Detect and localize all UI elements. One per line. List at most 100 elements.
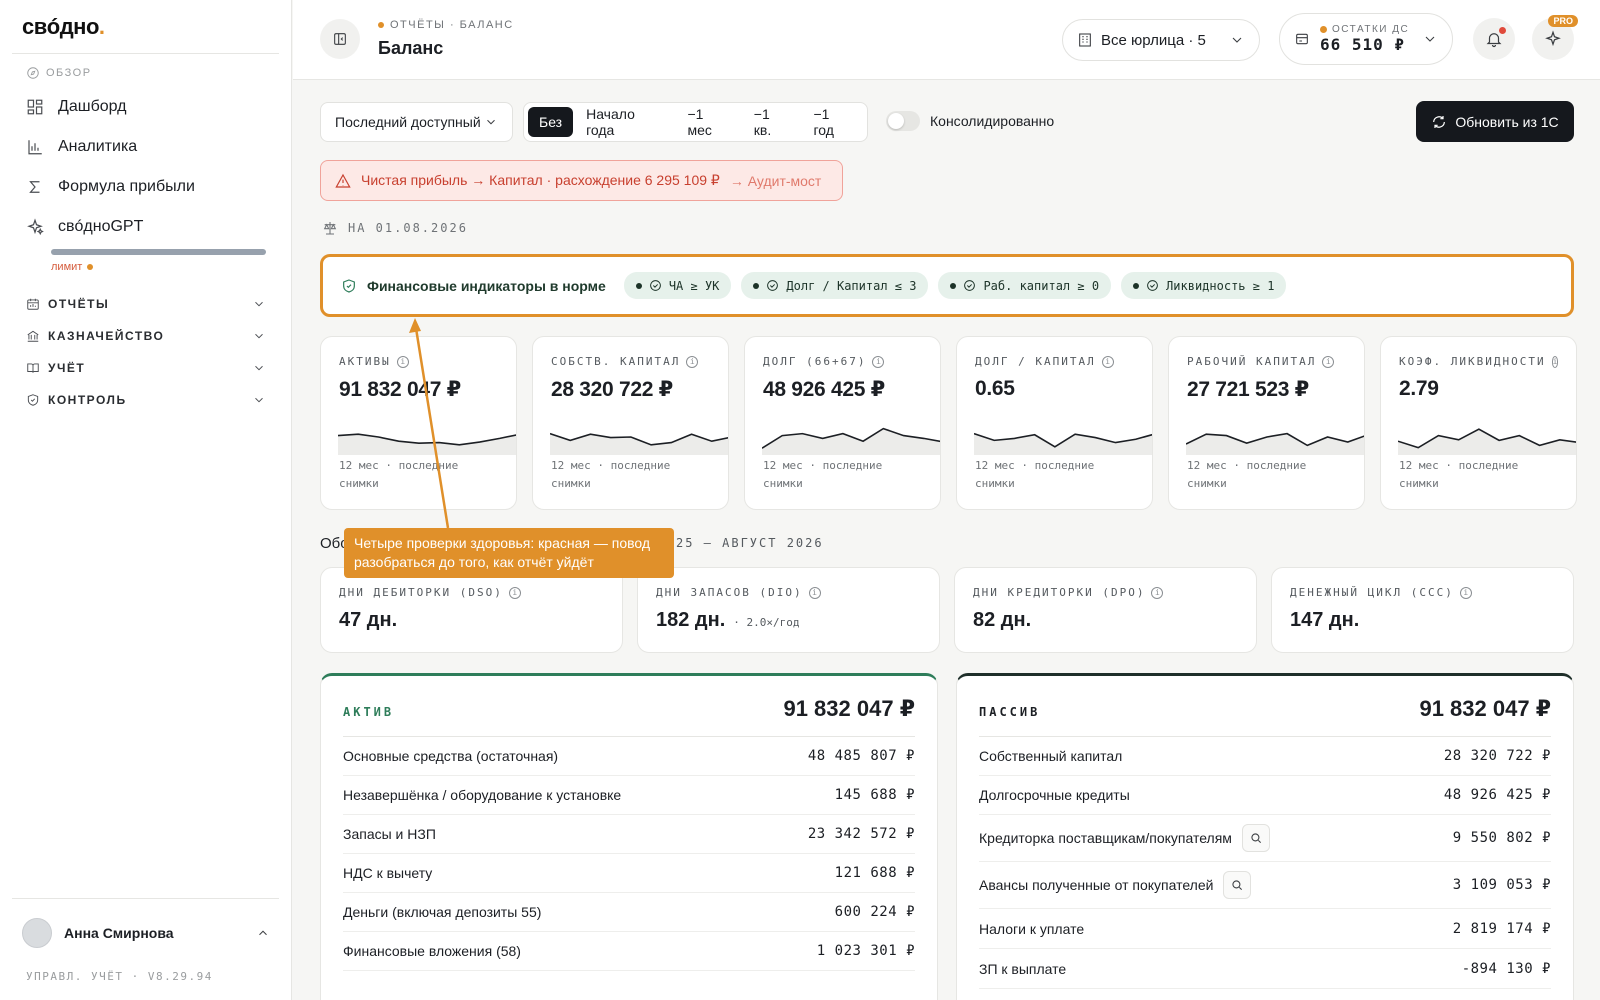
sidebar-toggle-icon	[334, 33, 346, 45]
info-icon[interactable]: i	[872, 355, 885, 368]
health-chip[interactable]: Раб. капитал ≥ 0	[938, 272, 1112, 299]
kpi-value: 27 721 523 ₽	[1187, 378, 1309, 401]
sparkle-icon	[27, 218, 44, 236]
compare-option-minus-year[interactable]: −1 год	[802, 106, 863, 138]
table-row[interactable]: НДС к вычету 121 688 ₽	[343, 854, 915, 893]
sidebar-item-analytics[interactable]: Аналитика	[26, 134, 137, 160]
period-select[interactable]: Последний доступный	[320, 102, 513, 142]
days-value: 47 дн.	[339, 609, 398, 631]
health-chip[interactable]: Ликвидность ≥ 1	[1121, 272, 1287, 299]
kpi-card-assets[interactable]: АКТИВЫ i 91 832 047 ₽ 12 мес · последние …	[320, 336, 517, 510]
check-circle-icon	[964, 280, 976, 291]
entity-select[interactable]: Все юрлица · 5	[1062, 19, 1260, 61]
days-card-ccc[interactable]: ДЕНЕЖНЫЙ ЦИКЛ (CCC) i 147 дн.	[1271, 567, 1574, 653]
sidebar-group-reports[interactable]: ОТЧЁТЫ	[26, 294, 266, 314]
compare-option-minus-month[interactable]: −1 мес	[676, 106, 740, 138]
kpi-label: КОЭФ. ЛИКВИДНОСТИ i	[1399, 355, 1559, 368]
kpi-label: СОБСТВ. КАПИТАЛ i	[551, 355, 710, 368]
assets-title: АКТИВ	[343, 705, 395, 719]
notifications-button[interactable]	[1473, 18, 1515, 60]
bank-icon	[27, 330, 39, 342]
breadcrumb: ОТЧЁТЫ · БАЛАНС	[378, 19, 514, 31]
table-row[interactable]: Кредиторка поставщикам/покупателям 9 550…	[979, 815, 1551, 862]
kpi-card-debt-to-equity[interactable]: ДОЛГ / КАПИТАЛ i 0.65 12 мес · последние …	[956, 336, 1153, 510]
table-row[interactable]: Налоги к уплате 2 819 174 ₽	[979, 909, 1551, 949]
table-row[interactable]: ЗП к выплате -894 130 ₽	[979, 949, 1551, 989]
consolidated-label: Консолидированно	[930, 113, 1055, 129]
info-icon[interactable]: i	[808, 586, 821, 599]
sparkline-area	[550, 433, 728, 455]
audit-bridge-link[interactable]: → Аудит-мост	[730, 173, 822, 189]
info-icon[interactable]: i	[508, 586, 521, 599]
table-row[interactable]: Деньги (включая депозиты 55) 600 224 ₽	[343, 893, 915, 932]
info-icon[interactable]: i	[1101, 355, 1114, 368]
bar-chart-icon	[28, 140, 42, 155]
kpi-sparkline	[338, 433, 516, 455]
sidebar-item-profit-formula[interactable]: Формула прибыли	[26, 174, 195, 200]
sidebar-group-control[interactable]: КОНТРОЛЬ	[26, 390, 266, 410]
liabilities-title: ПАССИВ	[979, 705, 1041, 719]
collapse-sidebar-button[interactable]	[320, 19, 360, 59]
info-icon[interactable]: i	[396, 355, 409, 368]
days-card-dio[interactable]: ДНИ ЗАПАСОВ (DIO) i 182 дн. · 2.0×/год	[637, 567, 940, 653]
sidebar-group-treasury[interactable]: КАЗНАЧЕЙСТВО	[26, 326, 266, 346]
days-value: 82 дн.	[973, 609, 1032, 631]
kpi-value: 28 320 722 ₽	[551, 378, 673, 401]
shield-check-icon	[27, 394, 39, 406]
refresh-from-1c-button[interactable]: Обновить из 1С	[1416, 101, 1574, 142]
sidebar-group-accounting[interactable]: УЧЁТ	[26, 358, 266, 378]
cash-balance-dropdown[interactable]: ОСТАТКИ ДС 66 510 ₽	[1279, 13, 1453, 65]
sparkline-area	[762, 428, 940, 455]
sidebar-item-dashboard[interactable]: Дашборд	[26, 94, 127, 120]
days-card-dso[interactable]: ДНИ ДЕБИТОРКИ (DSO) i 47 дн.	[320, 567, 623, 653]
kpi-card-working-capital[interactable]: РАБОЧИЙ КАПИТАЛ i 27 721 523 ₽ 12 мес · п…	[1168, 336, 1365, 510]
kpi-label: ДОЛГ (66+67) i	[763, 355, 922, 368]
table-row[interactable]: Собственный капитал 28 320 722 ₽	[979, 737, 1551, 776]
sidebar-item-gpt[interactable]: свóдноGPT	[26, 214, 143, 240]
chevron-down-icon	[255, 301, 263, 307]
info-icon[interactable]: i	[686, 355, 699, 368]
days-card-dpo[interactable]: ДНИ КРЕДИТОРКИ (DPO) i 82 дн.	[954, 567, 1257, 653]
kpi-card-equity[interactable]: СОБСТВ. КАПИТАЛ i 28 320 722 ₽ 12 мес · п…	[532, 336, 729, 510]
days-value: 182 дн. · 2.0×/год	[656, 609, 800, 631]
sparkline-area	[338, 434, 516, 455]
sidebar-section-overview: ОБЗОР	[26, 66, 92, 80]
app-logo[interactable]: свóдно.	[22, 14, 105, 40]
table-row[interactable]: Финансовые вложения (58) 1 023 301 ₽	[343, 932, 915, 971]
building-icon	[1079, 33, 1091, 47]
table-row[interactable]: Авансы полученные от покупателей 3 109 0…	[979, 862, 1551, 909]
ai-assistant-button[interactable]: PRO	[1532, 15, 1578, 60]
kpi-card-liquidity[interactable]: КОЭФ. ЛИКВИДНОСТИ i 2.79 12 мес · последн…	[1380, 336, 1577, 510]
kpi-label: ДОЛГ / КАПИТАЛ i	[975, 355, 1134, 368]
user-menu[interactable]: Анна Смирнова	[22, 918, 270, 948]
kpi-sparkline	[550, 432, 728, 455]
kpi-value: 91 832 047 ₽	[339, 378, 461, 401]
drilldown-search-button[interactable]	[1241, 824, 1270, 852]
info-icon[interactable]: i	[1151, 586, 1164, 599]
compare-option-none[interactable]: Без	[528, 107, 574, 137]
table-row[interactable]: Основные средства (остаточная) 48 485 807…	[343, 737, 915, 776]
kpi-card-debt[interactable]: ДОЛГ (66+67) i 48 926 425 ₽ 12 мес · посл…	[744, 336, 941, 510]
sigma-icon	[29, 181, 40, 193]
chevron-down-icon	[255, 397, 263, 403]
sparkle-icon	[1545, 30, 1561, 47]
compare-option-minus-quarter[interactable]: −1 кв.	[743, 106, 801, 138]
info-icon[interactable]: i	[1459, 586, 1472, 599]
table-row[interactable]: Долгосрочные кредиты 48 926 425 ₽	[979, 776, 1551, 815]
pro-badge: PRO	[1548, 15, 1578, 27]
kpi-note: 12 мес · последние снимки	[551, 459, 671, 490]
kpi-note: 12 мес · последние снимки	[975, 459, 1095, 490]
health-chip[interactable]: ЧА ≥ УК	[623, 272, 732, 299]
wallet-icon	[1296, 33, 1308, 45]
compare-option-year-start[interactable]: Начало года	[575, 106, 674, 138]
info-icon[interactable]: i	[1551, 355, 1559, 368]
consolidated-toggle[interactable]	[886, 111, 920, 131]
health-chip[interactable]: Долг / Капитал ≤ 3	[741, 272, 929, 299]
top-bar: ОТЧЁТЫ · БАЛАНС Баланс Все юрлица · 5 ОС…	[293, 0, 1600, 80]
info-icon[interactable]: i	[1322, 355, 1335, 368]
assets-total: 91 832 047 ₽	[783, 696, 915, 721]
table-row[interactable]: Незавершёнка / оборудование к установке 1…	[343, 776, 915, 815]
sidebar-divider	[12, 898, 279, 899]
table-row[interactable]: Запасы и НЗП 23 342 572 ₽	[343, 815, 915, 854]
drilldown-search-button[interactable]	[1223, 871, 1252, 899]
